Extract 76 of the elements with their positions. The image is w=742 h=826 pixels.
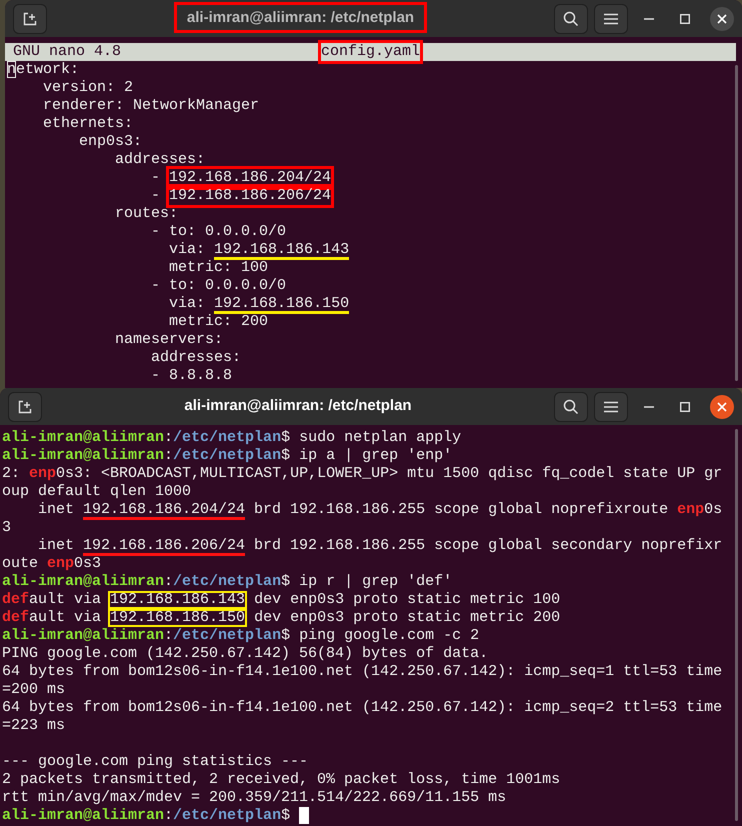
- terminal-text: default via: [2, 591, 102, 608]
- scrollbar[interactable]: [735, 429, 738, 821]
- maximize-icon: [680, 14, 690, 24]
- close-icon: [717, 402, 727, 412]
- terminal-text: inet: [37, 501, 76, 518]
- window-title: ali-imran@aliimran: /etc/netplan: [184, 397, 412, 414]
- terminal-line: ali-imran@aliimran:/etc/netplan$ ping google.com -c 2: [2, 627, 480, 645]
- code-line: renderer: NetworkManager: [42, 97, 260, 115]
- maximize-icon: [680, 402, 690, 412]
- terminal-line: 2 packets transmitted, 2 received, 0% packet loss, time 1001ms: [2, 771, 562, 789]
- search-icon: [563, 10, 579, 26]
- terminal-line: ali-imran@aliimran:/etc/netplan$ ip a | grep 'enp': [2, 447, 454, 465]
- terminal-text: via:: [168, 241, 206, 258]
- terminal-line: =200 ms: [2, 681, 66, 699]
- terminal-text: dev enp0s3 proto static metric 200: [253, 609, 560, 626]
- new-tab-button[interactable]: [13, 4, 47, 34]
- highlighted-text: 192.168.186.143: [108, 591, 248, 609]
- terminal-text: inet: [37, 537, 76, 554]
- minimize-icon: [644, 406, 654, 408]
- terminal-text: default via: [2, 609, 102, 626]
- new-tab-icon: [17, 398, 33, 414]
- close-button[interactable]: [710, 394, 734, 418]
- menu-button[interactable]: [594, 4, 628, 34]
- close-button[interactable]: [710, 6, 734, 30]
- terminal-line: 2: enp0s3: <BROADCAST,MULTICAST,UP,LOWER_UP> mtu 1500 qdisc fq_codel state UP gr: [2, 465, 724, 483]
- terminal-text: dev enp0s3 proto static metric 100: [253, 591, 560, 608]
- editor-name: GNU nano 4.8: [12, 43, 122, 61]
- terminal-text: brd 192.168.186.255 scope global noprefixroute enp0s: [253, 501, 722, 518]
- code-line: network:: [7, 61, 80, 79]
- scrollbar[interactable]: [735, 65, 738, 381]
- code-line: addresses:: [114, 151, 206, 169]
- code-line: ethernets:: [42, 115, 134, 133]
- file-name: config.yaml: [318, 40, 424, 64]
- new-tab-button[interactable]: [8, 392, 42, 422]
- menu-button[interactable]: [594, 392, 628, 422]
- terminal-line: oute enp0s3: [2, 555, 102, 573]
- terminal-line: 64 bytes from bom12s06-in-f14.1e100.net (142.250.67.142): icmp_seq=1 ttl=53 time: [2, 663, 724, 681]
- terminal-line: PING google.com (142.250.67.142) 56(84) bytes of data.: [2, 645, 490, 663]
- minimize-icon: [644, 18, 654, 20]
- terminal-text: brd 192.168.186.255 scope global secondary noprefixr: [253, 537, 722, 554]
- menu-icon: [604, 400, 618, 412]
- terminal-line: 3: [2, 519, 12, 537]
- terminal-text: via:: [168, 295, 206, 312]
- terminal-line: rtt min/avg/max/mdev = 200.359/211.514/222.669/11.155 ms: [2, 789, 508, 807]
- new-tab-icon: [22, 10, 38, 26]
- terminal-line: ali-imran@aliimran:/etc/netplan$ sudo netplan apply: [2, 429, 462, 447]
- terminal-text: -: [150, 187, 162, 204]
- terminal-text: ali-imran@aliimran:/etc/netplan$: [2, 807, 292, 824]
- window-title: ali-imran@aliimran: /etc/netplan: [174, 2, 428, 34]
- terminal-line: 64 bytes from bom12s06-in-f14.1e100.net (142.250.67.142): icmp_seq=2 ttl=53 time: [2, 699, 724, 717]
- terminal-line: oup default qlen 1000: [2, 483, 192, 501]
- search-icon: [563, 398, 579, 414]
- search-button[interactable]: [554, 392, 588, 422]
- terminal-text: -: [150, 169, 162, 186]
- highlighted-text: 192.168.186.204/24: [83, 502, 246, 520]
- code-line: - 8.8.8.8: [150, 367, 234, 385]
- code-line: metric: 100: [168, 259, 270, 277]
- code-line: - to: 0.0.0.0/0: [150, 223, 288, 241]
- terminal-line: --- google.com ping statistics ---: [2, 753, 310, 771]
- code-line: nameservers:: [114, 331, 224, 349]
- terminal-line: =223 ms: [2, 717, 66, 735]
- search-button[interactable]: [554, 4, 588, 34]
- code-line: - to: 0.0.0.0/0: [150, 277, 288, 295]
- code-line: version: 2: [42, 79, 134, 97]
- code-line: enp0s3:: [78, 133, 144, 151]
- code-line: metric: 200: [168, 313, 270, 331]
- menu-icon: [604, 12, 618, 24]
- highlighted-text: 192.168.186.150: [108, 609, 248, 627]
- code-line: addresses:: [150, 349, 242, 367]
- highlighted-text: 192.168.186.206/24: [166, 184, 334, 208]
- close-icon: [717, 14, 727, 24]
- highlighted-text: 192.168.186.150: [214, 296, 350, 314]
- highlighted-text: 192.168.186.143: [214, 242, 350, 260]
- code-line: routes:: [114, 205, 180, 223]
- highlighted-text: 192.168.186.206/24: [83, 538, 246, 556]
- terminal-line: ali-imran@aliimran:/etc/netplan$ ip r | grep 'def': [2, 573, 454, 591]
